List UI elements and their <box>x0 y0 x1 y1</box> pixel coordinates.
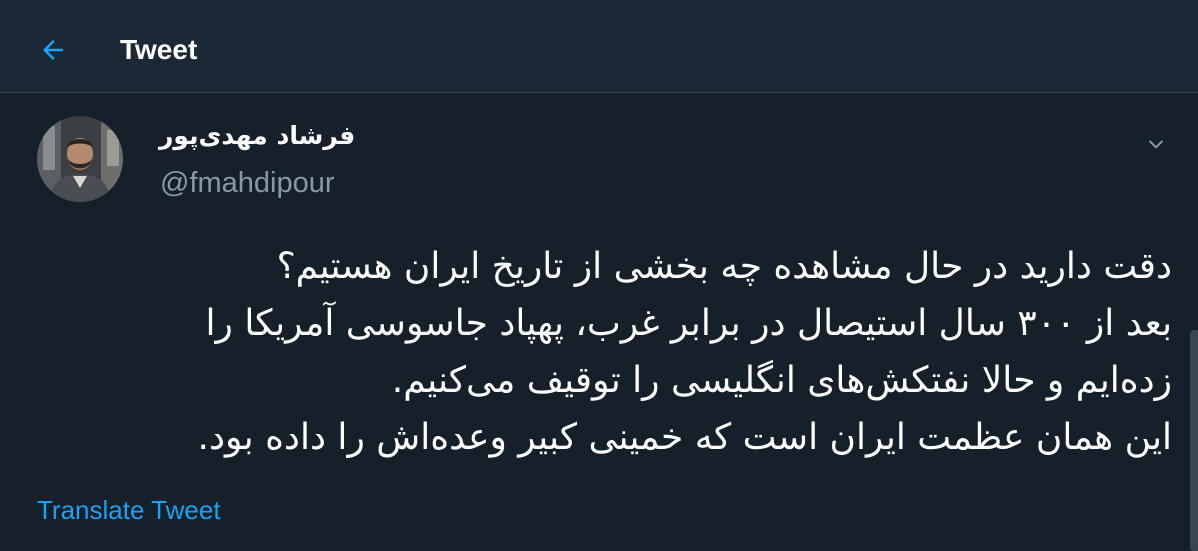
translate-tweet-link[interactable]: Translate Tweet <box>37 493 221 527</box>
avatar[interactable] <box>37 116 123 202</box>
tweet-text-line: زده‌ایم و حالا نفتکش‌های انگلیسی را توقی… <box>391 360 1172 401</box>
tweet-text-line: بعد از ۳۰۰ سال استیصال در برابر غرب، پهپ… <box>205 303 1172 344</box>
tweet-text: دقت دارید در حال مشاهده چه بخشی از تاریخ… <box>22 238 1172 466</box>
author-display-name[interactable]: فرشاد مهدی‌پور <box>159 118 355 154</box>
chevron-down-icon <box>1149 140 1163 149</box>
scrollbar[interactable] <box>1190 330 1198 551</box>
top-bar: Tweet <box>0 0 1198 93</box>
more-options-button[interactable] <box>1138 126 1174 162</box>
tweet-text-line: این همان عظمت ایران است که خمینی کبیر وع… <box>197 417 1172 458</box>
page-title: Tweet <box>120 34 198 65</box>
author-handle[interactable]: @fmahdipour <box>160 164 335 202</box>
back-button[interactable] <box>30 27 76 73</box>
tweet-page: Tweet فرشاد مهدی‌پور @fmahdipour دقت دار… <box>0 0 1198 551</box>
tweet-text-line: دقت دارید در حال مشاهده چه بخشی از تاریخ… <box>276 246 1172 287</box>
avatar-photo <box>37 116 123 202</box>
arrow-left-icon <box>43 40 63 60</box>
